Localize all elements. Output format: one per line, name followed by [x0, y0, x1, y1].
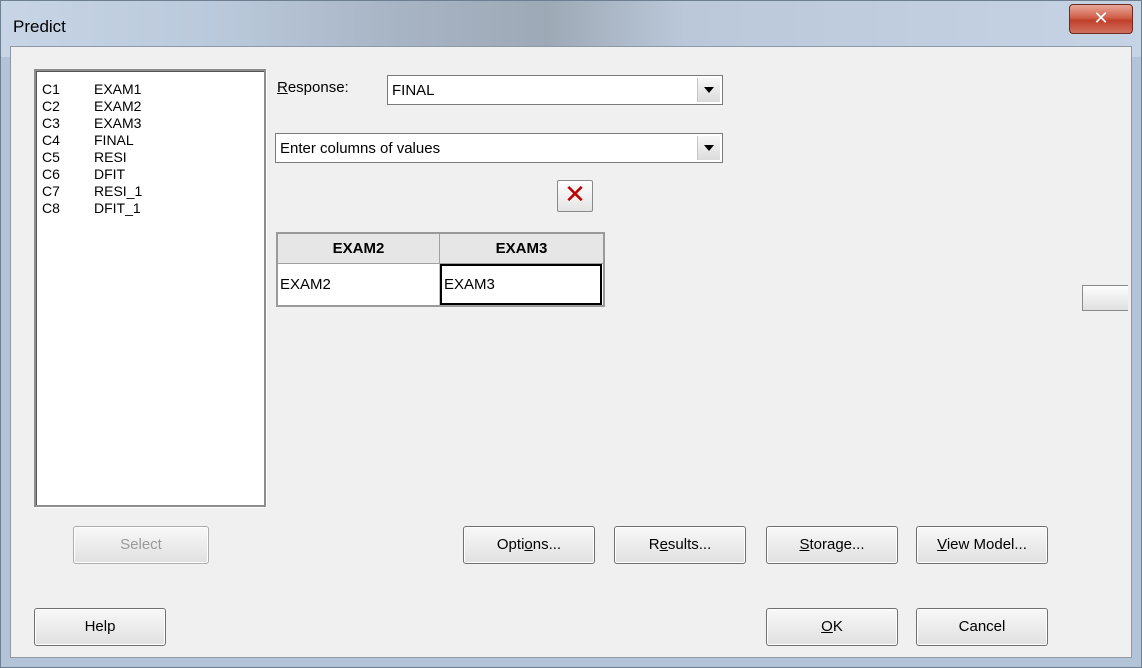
list-item[interactable]: C8 DFIT_1	[42, 200, 264, 217]
list-item[interactable]: C3 EXAM3	[42, 115, 264, 132]
column-id: C6	[42, 166, 60, 182]
delete-icon: ✕	[564, 180, 586, 210]
method-select[interactable]: Enter columns of values	[275, 133, 723, 163]
table-header: EXAM3	[440, 234, 603, 264]
list-item[interactable]: C4 FINAL	[42, 132, 264, 149]
chevron-down-icon	[704, 145, 714, 151]
column-name: EXAM3	[94, 115, 142, 131]
column-list[interactable]: C1 EXAM1 C2 EXAM2 C3 EXAM3 C4 FINAL C5 RESI C6 DFIT…	[34, 69, 266, 507]
window-title: Predict	[13, 17, 66, 36]
storage-button[interactable]: Storage...	[766, 526, 898, 564]
close-icon: ✕	[1093, 8, 1109, 29]
column-name: EXAM2	[94, 98, 142, 114]
column-name: DFIT_1	[94, 200, 141, 216]
column-id: C4	[42, 132, 60, 148]
list-item[interactable]: C6 DFIT	[42, 166, 264, 183]
predictor-table: EXAM2 EXAM3 EXAM2 EXAM3	[276, 232, 605, 307]
table-header: EXAM2	[278, 234, 440, 264]
method-dropdown-arrow[interactable]	[697, 136, 720, 160]
column-name: FINAL	[94, 132, 134, 148]
ok-button[interactable]: OK	[766, 608, 898, 646]
dialog-body: C1 EXAM1 C2 EXAM2 C3 EXAM3 C4 FINAL C5 RESI C6 DFIT…	[10, 46, 1132, 658]
column-id: C3	[42, 115, 60, 131]
column-id: C5	[42, 149, 60, 165]
column-id: C8	[42, 200, 60, 216]
column-name: DFIT	[94, 166, 126, 182]
response-label: Response:	[277, 79, 349, 96]
side-tab-handle[interactable]	[1082, 285, 1128, 311]
help-button[interactable]: Help	[34, 608, 166, 646]
delete-row-button[interactable]: ✕	[557, 180, 593, 212]
method-value: Enter columns of values	[280, 140, 441, 157]
options-button[interactable]: Options...	[463, 526, 595, 564]
column-id: C1	[42, 81, 60, 97]
column-name: RESI_1	[94, 183, 143, 199]
table-cell[interactable]: EXAM2	[278, 264, 440, 305]
list-item[interactable]: C2 EXAM2	[42, 98, 264, 115]
list-item[interactable]: C7 RESI_1	[42, 183, 264, 200]
select-button[interactable]: Select	[73, 526, 209, 564]
chevron-down-icon	[704, 87, 714, 93]
column-name: RESI	[94, 149, 127, 165]
cancel-button[interactable]: Cancel	[916, 608, 1048, 646]
results-button[interactable]: Results...	[614, 526, 746, 564]
response-select[interactable]: FINAL	[387, 75, 723, 105]
list-item[interactable]: C5 RESI	[42, 149, 264, 166]
column-id: C2	[42, 98, 60, 114]
response-value: FINAL	[392, 82, 435, 99]
table-cell-active[interactable]: EXAM3	[440, 264, 602, 305]
view-model-button[interactable]: View Model...	[916, 526, 1048, 564]
close-button[interactable]: ✕	[1069, 4, 1133, 34]
list-item[interactable]: C1 EXAM1	[42, 81, 264, 98]
dialog-window: Predict ✕ C1 EXAM1 C2 EXAM2 C3 EXAM3 C4 FINAL C5…	[0, 0, 1142, 668]
column-name: EXAM1	[94, 81, 142, 97]
response-dropdown-arrow[interactable]	[697, 78, 720, 102]
column-id: C7	[42, 183, 60, 199]
